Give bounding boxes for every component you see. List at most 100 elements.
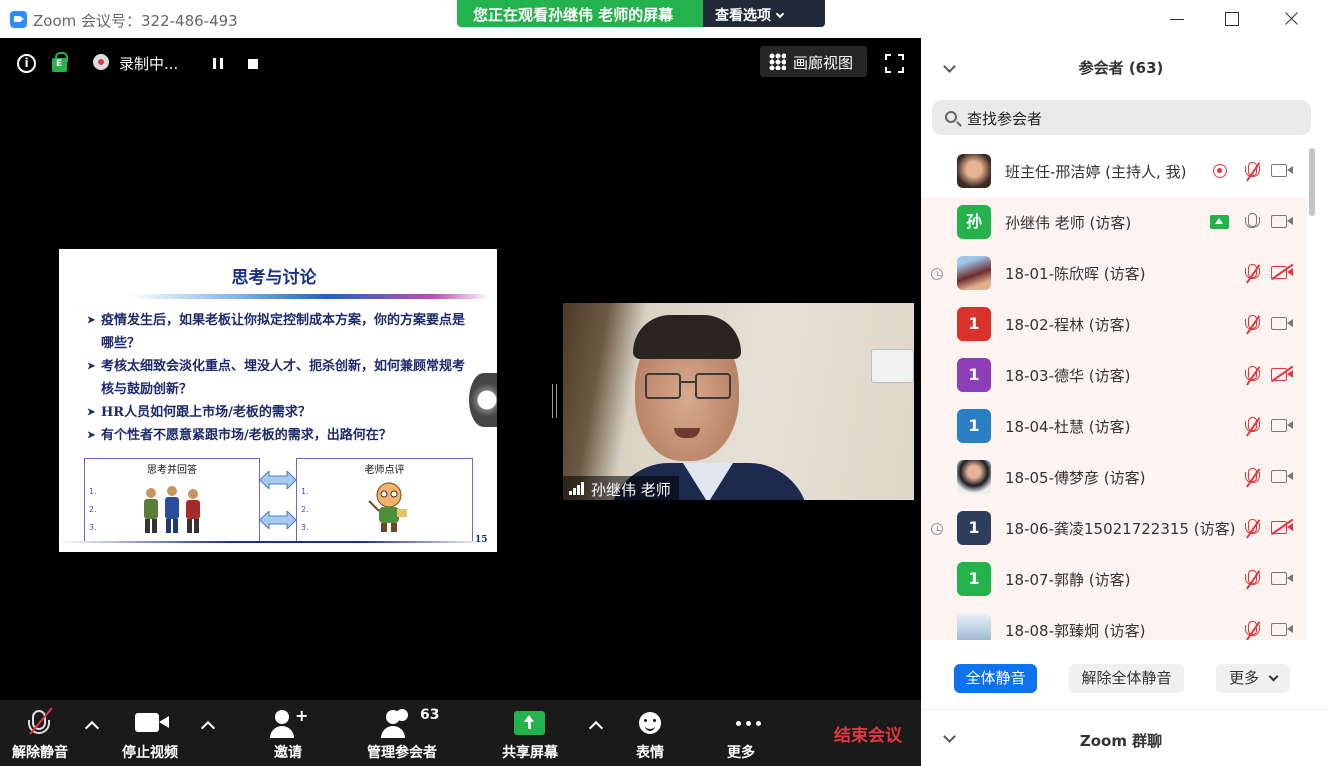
participant-row[interactable]: 18-08-郭臻炯 (访客) bbox=[921, 605, 1307, 640]
minimize-button[interactable] bbox=[1162, 4, 1192, 34]
stop-video-button[interactable]: 停止视频 bbox=[118, 700, 182, 766]
add-user-icon bbox=[275, 710, 289, 724]
video-icon[interactable] bbox=[1271, 215, 1293, 228]
share-options-caret[interactable] bbox=[588, 720, 604, 736]
participant-row[interactable]: 1 18-03-德华 (访客) bbox=[921, 350, 1307, 401]
gallery-view-button[interactable]: 画廊视图 bbox=[760, 46, 867, 77]
chat-title: Zoom 群聊 bbox=[1079, 732, 1163, 750]
mic-muted-icon[interactable] bbox=[1243, 365, 1261, 387]
avatar: 1 bbox=[957, 358, 991, 392]
maximize-button[interactable] bbox=[1217, 4, 1247, 34]
panel-more-button[interactable]: 更多 bbox=[1216, 664, 1290, 693]
audio-options-caret[interactable] bbox=[84, 720, 100, 736]
more-label: 更多 bbox=[727, 745, 755, 761]
manage-participants-label: 管理参会者 bbox=[367, 745, 437, 761]
chevron-down-icon bbox=[1268, 671, 1279, 682]
video-icon[interactable] bbox=[1271, 164, 1293, 177]
video-off-icon[interactable] bbox=[1270, 263, 1294, 280]
meeting-info-icon[interactable]: i bbox=[17, 54, 36, 73]
participants-panel: 参会者 (63) 查找参会者 班主任-邢洁婷 (主持人, 我) 孙 孙继伟 老师… bbox=[921, 38, 1327, 766]
participant-row[interactable]: 1 18-02-程林 (访客) bbox=[921, 299, 1307, 350]
video-icon[interactable] bbox=[1271, 470, 1293, 483]
video-icon[interactable] bbox=[1271, 317, 1293, 330]
view-options-label: 查看选项 bbox=[715, 8, 771, 24]
stop-video-label: 停止视频 bbox=[122, 745, 178, 761]
video-off-icon[interactable] bbox=[1270, 365, 1294, 382]
panel-more-label: 更多 bbox=[1229, 669, 1260, 687]
mic-muted-icon[interactable] bbox=[1243, 314, 1261, 336]
window-title: Zoom 会议号：322-486-493 bbox=[33, 12, 238, 30]
participant-list-scrollbar[interactable] bbox=[1308, 146, 1316, 640]
participant-name: 18-02-程林 (访客) bbox=[1005, 316, 1131, 334]
speaker-video[interactable]: 孙继伟 老师 bbox=[563, 303, 914, 500]
view-options-button[interactable]: 查看选项 bbox=[703, 0, 825, 27]
answer-box: 思考并回答 1. 2. 3. bbox=[84, 458, 260, 542]
participant-row[interactable]: 18-01-陈欣晖 (访客) bbox=[921, 248, 1307, 299]
mic-muted-icon[interactable] bbox=[1243, 161, 1261, 183]
participant-name: 18-08-郭臻炯 (访客) bbox=[1005, 622, 1146, 640]
video-off-icon[interactable] bbox=[1270, 518, 1294, 535]
slide-page-number: 15 bbox=[475, 535, 488, 545]
reactions-label: 表情 bbox=[636, 745, 664, 761]
speaker-name-plate: 孙继伟 老师 bbox=[563, 476, 679, 500]
recording-label: 录制中... bbox=[119, 55, 179, 73]
fullscreen-icon[interactable] bbox=[885, 54, 904, 73]
mute-all-button[interactable]: 全体静音 bbox=[954, 664, 1037, 693]
speaker-name: 孙继伟 老师 bbox=[591, 481, 671, 499]
scrollbar-thumb[interactable] bbox=[1309, 148, 1315, 216]
comment-box: 老师点评 1. 2. 3. bbox=[296, 458, 473, 542]
recording-icon bbox=[93, 54, 109, 70]
teacher-illustration bbox=[368, 482, 407, 532]
avatar bbox=[957, 154, 991, 188]
mic-muted-icon[interactable] bbox=[1243, 416, 1261, 438]
unmute-button[interactable]: 解除静音 bbox=[0, 700, 80, 766]
slide-title: 思考与讨论 bbox=[231, 268, 317, 288]
unmute-label: 解除静音 bbox=[12, 745, 68, 761]
avatar bbox=[957, 460, 991, 494]
video-icon[interactable] bbox=[1271, 572, 1293, 585]
slide-footer-line bbox=[59, 541, 489, 543]
slide-bullets: 疫情发生后，如果老板让你拟定控制成本方案，你的方案要点是哪些？ 考核太细致会淡化… bbox=[87, 309, 477, 447]
answer-box-numbers: 1. 2. 3. bbox=[89, 487, 97, 532]
grid-icon bbox=[769, 53, 786, 70]
participant-name: 18-06-龚凌15021722315 (访客) bbox=[1005, 520, 1236, 538]
more-dots-icon bbox=[736, 721, 741, 726]
video-icon[interactable] bbox=[1271, 419, 1293, 432]
mic-on-icon[interactable] bbox=[1243, 212, 1261, 234]
participant-row[interactable]: 1 18-07-郭静 (访客) bbox=[921, 554, 1307, 605]
participant-row[interactable]: 1 18-06-龚凌15021722315 (访客) bbox=[921, 503, 1307, 554]
participant-name: 班主任-邢洁婷 (主持人, 我) bbox=[1005, 163, 1187, 181]
mic-muted-icon[interactable] bbox=[1243, 263, 1261, 285]
invite-button[interactable]: + 邀请 bbox=[262, 700, 314, 766]
title-bar: Zoom 会议号：322-486-493 您正在观看孙继伟 老师的屏幕 查看选项 bbox=[0, 0, 1327, 38]
participant-row[interactable]: 孙 孙继伟 老师 (访客) bbox=[921, 197, 1307, 248]
air-conditioner bbox=[871, 349, 914, 383]
avatar bbox=[957, 613, 991, 640]
splitter-handle[interactable] bbox=[552, 384, 557, 418]
signal-strength-icon bbox=[569, 481, 585, 495]
pause-recording-icon[interactable] bbox=[213, 58, 223, 69]
encryption-lock-icon[interactable] bbox=[52, 52, 68, 72]
share-screen-button[interactable]: 共享屏幕 bbox=[500, 700, 560, 766]
close-button[interactable] bbox=[1276, 4, 1306, 34]
participant-row[interactable]: 1 18-04-杜慧 (访客) bbox=[921, 401, 1307, 452]
more-button[interactable]: 更多 bbox=[724, 700, 758, 766]
participant-row[interactable]: 班主任-邢洁婷 (主持人, 我) bbox=[921, 146, 1307, 197]
video-options-caret[interactable] bbox=[200, 720, 216, 736]
sharing-screen-icon bbox=[1210, 215, 1229, 229]
mic-muted-icon[interactable] bbox=[1243, 518, 1261, 540]
gallery-view-label: 画廊视图 bbox=[793, 54, 854, 72]
unmute-all-button[interactable]: 解除全体静音 bbox=[1069, 664, 1184, 693]
mic-muted-icon[interactable] bbox=[1243, 569, 1261, 591]
participant-row[interactable]: 18-05-傅梦彦 (访客) bbox=[921, 452, 1307, 503]
share-screen-icon bbox=[514, 711, 545, 735]
participants-title: 参会者 (63) bbox=[1078, 59, 1164, 77]
stop-recording-icon[interactable] bbox=[248, 59, 258, 69]
end-meeting-button[interactable]: 结束会议 bbox=[834, 721, 902, 746]
video-icon[interactable] bbox=[1271, 623, 1293, 636]
manage-participants-button[interactable]: 63 管理参会者 bbox=[362, 700, 442, 766]
mic-muted-icon[interactable] bbox=[1243, 620, 1261, 640]
mic-muted-icon[interactable] bbox=[1243, 467, 1261, 489]
double-arrow-graphic bbox=[260, 511, 296, 529]
reactions-button[interactable]: 表情 bbox=[634, 700, 666, 766]
